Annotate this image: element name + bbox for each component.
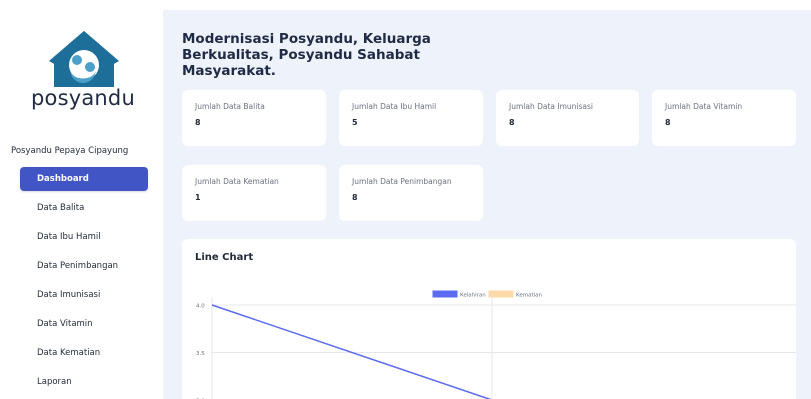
card-value: 5 xyxy=(352,118,358,127)
y-tick-label: 3.5 xyxy=(196,351,205,357)
nav-item-data-ibu-hamil[interactable]: Data Ibu Hamil xyxy=(20,225,148,249)
nav-item-data-balita[interactable]: Data Balita xyxy=(20,196,148,220)
card-label: Jumlah Data Ibu Hamil xyxy=(352,102,437,111)
nav-item-data-kematian[interactable]: Data Kematian xyxy=(20,341,148,365)
nav-item-data-imunisasi[interactable]: Data Imunisasi xyxy=(20,283,148,307)
stat-card-penimbangan: Jumlah Data Penimbangan 8 xyxy=(339,165,483,221)
card-value: 8 xyxy=(352,193,358,202)
card-label: Jumlah Data Vitamin xyxy=(665,102,743,111)
card-value: 1 xyxy=(195,193,201,202)
stat-card-kematian: Jumlah Data Kematian 1 xyxy=(182,165,326,221)
nav-item-data-vitamin[interactable]: Data Vitamin xyxy=(20,312,148,336)
legend-swatch xyxy=(488,290,514,298)
card-label: Jumlah Data Imunisasi xyxy=(509,102,593,111)
stat-card-vitamin: Jumlah Data Vitamin 8 xyxy=(652,90,796,146)
org-name: Posyandu Pepaya Cipayung xyxy=(11,146,129,156)
nav-item-laporan[interactable]: Laporan xyxy=(20,370,148,394)
line-chart-card: Line Chart 4.03.53.0KelahiranKematian xyxy=(182,239,796,399)
card-value: 8 xyxy=(509,118,515,127)
nav-item-dashboard[interactable]: Dashboard xyxy=(20,167,148,191)
line-chart: 4.03.53.0KelahiranKematian xyxy=(196,290,796,399)
legend-label: Kematian xyxy=(516,293,542,299)
page-heading: Modernisasi Posyandu, Keluarga Berkualit… xyxy=(182,31,431,79)
card-label: Jumlah Data Balita xyxy=(195,102,265,111)
stat-card-balita: Jumlah Data Balita 8 xyxy=(182,90,326,146)
card-value: 8 xyxy=(665,118,671,127)
stat-card-ibu-hamil: Jumlah Data Ibu Hamil 5 xyxy=(339,90,483,146)
card-value: 8 xyxy=(195,118,201,127)
sidebar: posyandu Posyandu Pepaya Cipayung Dashbo… xyxy=(0,0,163,399)
legend-label: Kelahiran xyxy=(460,293,486,299)
main-content: Modernisasi Posyandu, Keluarga Berkualit… xyxy=(163,10,811,399)
nav-item-data-penimbangan[interactable]: Data Penimbangan xyxy=(20,254,148,278)
card-label: Jumlah Data Penimbangan xyxy=(352,177,452,186)
stat-card-imunisasi: Jumlah Data Imunisasi 8 xyxy=(496,90,639,146)
legend-swatch xyxy=(432,290,458,298)
logo-text: posyandu xyxy=(31,86,135,110)
card-label: Jumlah Data Kematian xyxy=(195,177,279,186)
y-tick-label: 4.0 xyxy=(196,304,205,310)
